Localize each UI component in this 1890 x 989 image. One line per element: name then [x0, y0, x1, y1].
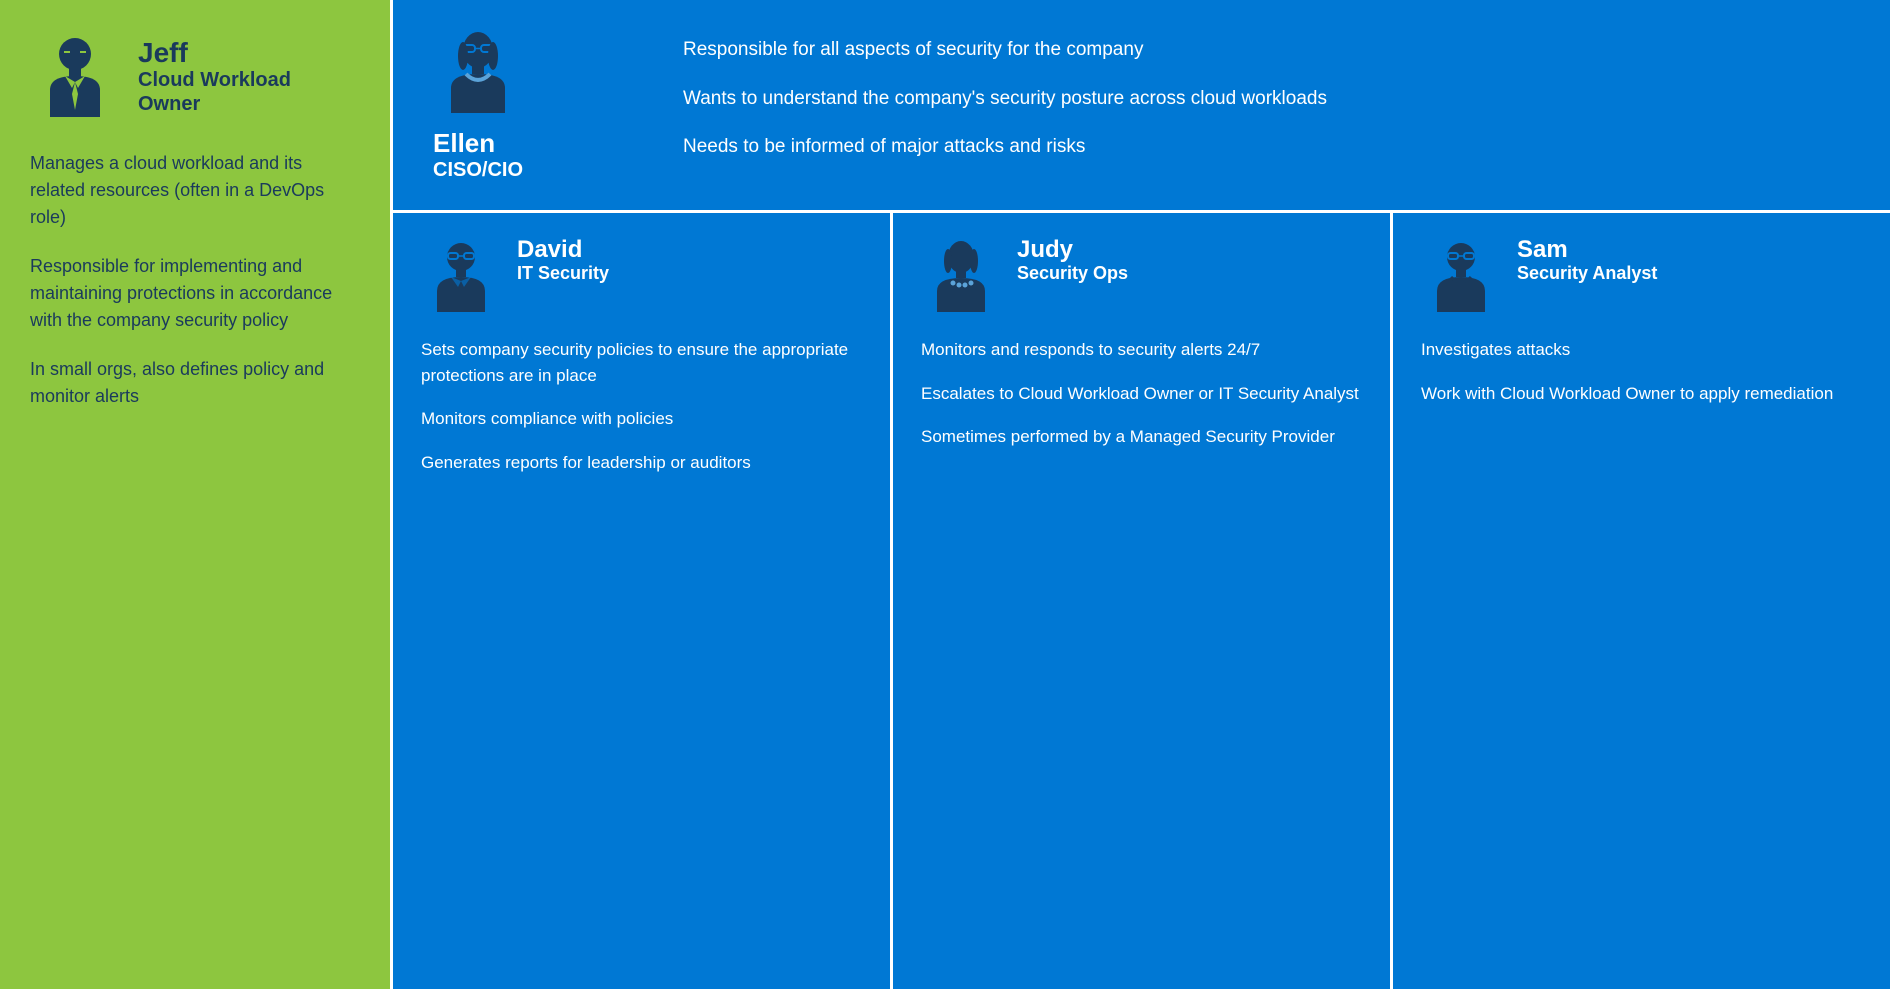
ellen-name: Ellen [433, 128, 495, 159]
ellen-point3: Needs to be informed of major attacks an… [683, 133, 1850, 162]
jeff-header: Jeff Cloud WorkloadOwner [30, 32, 360, 122]
ellen-point1: Responsible for all aspects of security … [683, 36, 1850, 65]
judy-name-role: Judy Security Ops [1017, 237, 1128, 284]
ellen-avatar [433, 28, 523, 118]
david-header: David IT Security [421, 237, 862, 317]
sam-point2: Work with Cloud Workload Owner to apply … [1421, 381, 1862, 407]
jeff-title: Cloud WorkloadOwner [138, 68, 291, 116]
david-avatar [421, 237, 501, 317]
jeff-name-title: Jeff Cloud WorkloadOwner [138, 38, 291, 117]
judy-point1: Monitors and responds to security alerts… [921, 337, 1362, 363]
sam-point1: Investigates attacks [1421, 337, 1862, 363]
jeff-desc3: In small orgs, also defines policy and m… [30, 356, 360, 410]
david-point3: Generates reports for leadership or audi… [421, 450, 862, 476]
david-point2: Monitors compliance with policies [421, 406, 862, 432]
sam-header: Sam Security Analyst [1421, 237, 1862, 317]
david-name: David [517, 237, 609, 263]
ellen-point2: Wants to understand the company's securi… [683, 85, 1850, 114]
ellen-role: CISO/CIO [433, 159, 523, 182]
david-role: IT Security [517, 263, 609, 284]
judy-point3: Sometimes performed by a Managed Securit… [921, 424, 1362, 450]
jeff-panel: Jeff Cloud WorkloadOwner Manages a cloud… [0, 0, 390, 989]
sam-role: Security Analyst [1517, 263, 1657, 284]
jeff-desc1: Manages a cloud workload and its related… [30, 150, 360, 231]
judy-col: Judy Security Ops Monitors and responds … [893, 213, 1393, 989]
judy-avatar [921, 237, 1001, 317]
judy-name: Judy [1017, 237, 1128, 263]
sam-name-role: Sam Security Analyst [1517, 237, 1657, 284]
jeff-desc2: Responsible for implementing and maintai… [30, 253, 360, 334]
bottom-section: David IT Security Sets company security … [393, 213, 1890, 989]
ellen-section: Ellen CISO/CIO Responsible for all aspec… [393, 0, 1890, 213]
jeff-name: Jeff [138, 38, 291, 69]
david-col: David IT Security Sets company security … [393, 213, 893, 989]
jeff-avatar [30, 32, 120, 122]
david-name-role: David IT Security [517, 237, 609, 284]
sam-col: Sam Security Analyst Investigates attack… [1393, 213, 1890, 989]
judy-point2: Escalates to Cloud Workload Owner or IT … [921, 381, 1362, 407]
sam-avatar [1421, 237, 1501, 317]
ellen-right: Responsible for all aspects of security … [683, 28, 1850, 182]
judy-header: Judy Security Ops [921, 237, 1362, 317]
ellen-left: Ellen CISO/CIO [433, 28, 653, 182]
right-panel: Ellen CISO/CIO Responsible for all aspec… [393, 0, 1890, 989]
sam-name: Sam [1517, 237, 1657, 263]
judy-role: Security Ops [1017, 263, 1128, 284]
david-point1: Sets company security policies to ensure… [421, 337, 862, 388]
